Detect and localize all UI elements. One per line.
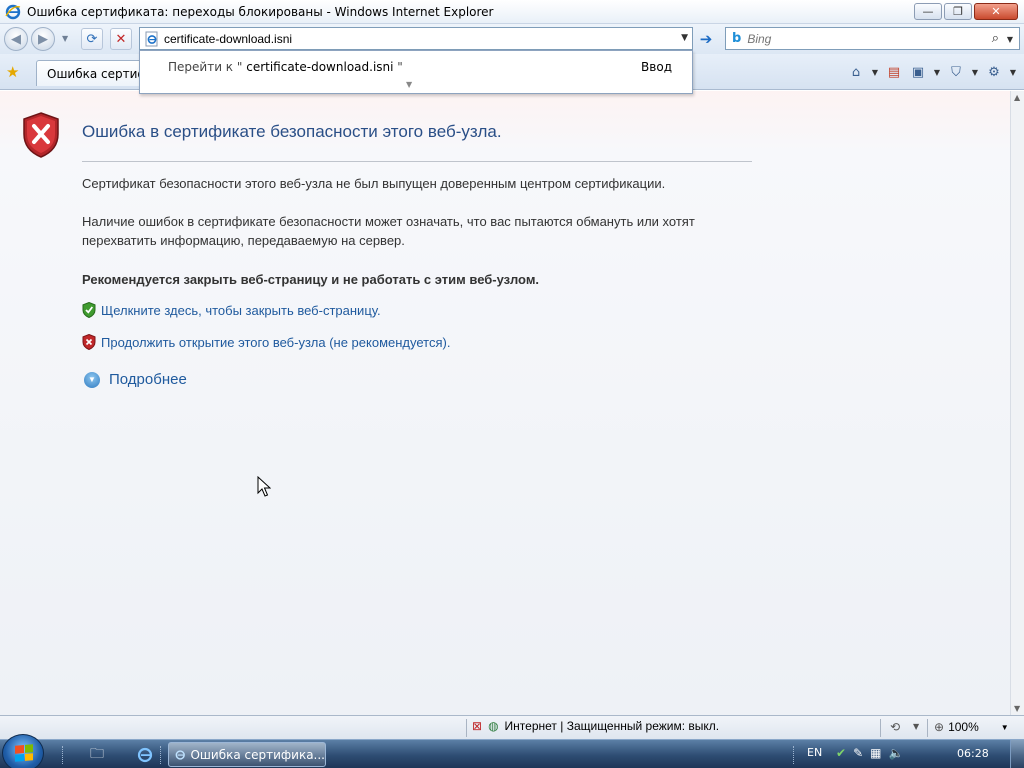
status-bar: ⊠ ◍ Интернет | Защищенный режим: выкл. ⟲… [0, 715, 1024, 739]
status-separator [466, 719, 467, 737]
clock[interactable]: 06:28 [957, 747, 989, 760]
zone-text: Интернет | Защищенный режим: выкл. [504, 719, 720, 733]
system-tray: ✔ ✎ ▦ 🔈 [836, 746, 903, 760]
status-separator-3 [927, 719, 928, 737]
page-dropdown-icon[interactable]: ▼ [932, 68, 942, 77]
tab-label: Ошибка сертификата: переходы блокированы [47, 66, 146, 81]
tools-dropdown-icon[interactable]: ▼ [1008, 68, 1018, 77]
continue-link[interactable]: Продолжить открытие этого веб-узла (не р… [82, 334, 450, 350]
tab-active[interactable]: Ошибка сертификата: переходы блокированы [36, 60, 146, 86]
volume-muted-icon[interactable]: 🔈 [888, 746, 903, 760]
address-dropdown-icon[interactable]: ▼ [681, 33, 688, 43]
explorer-folder-icon[interactable]: 🗀 [84, 744, 110, 766]
taskbar: 🗀 Ошибка сертифика... EN ✔ ✎ ▦ 🔈 06:28 [0, 734, 1024, 768]
pen-icon[interactable]: ✎ [853, 746, 863, 760]
feeds-icon[interactable]: ▤ [884, 62, 904, 82]
scroll-up-icon[interactable]: ▲ [1014, 93, 1020, 102]
window-controls: — ❐ ✕ [914, 3, 1018, 20]
stop-button[interactable]: ✕ [110, 28, 132, 50]
search-box[interactable]: b ⌕ ▼ [725, 27, 1020, 50]
task-label: Ошибка сертифика... [190, 747, 325, 762]
taskbar-ie-window[interactable]: Ошибка сертифика... [168, 742, 326, 767]
recommendation-text: Рекомендуется закрыть веб-страницу и не … [82, 272, 540, 287]
page-content: Ошибка в сертификате безопасности этого … [0, 91, 1010, 715]
network-icon[interactable]: ▦ [870, 746, 881, 760]
command-icons: ⌂ ▼ ▤ ▣ ▼ ⛉ ▼ ⚙ ▼ [846, 62, 1018, 82]
goto-suggestion[interactable]: Перейти к " certificate-download.isni " [168, 60, 403, 74]
task-ie-icon [175, 749, 185, 760]
continue-link-text[interactable]: Продолжить открытие этого веб-узла (не р… [101, 335, 450, 350]
zoom-level: 100% [948, 720, 979, 734]
close-window-button[interactable]: ✕ [974, 3, 1018, 20]
safety-dropdown-icon[interactable]: ▼ [970, 68, 980, 77]
status-dropdown-icon[interactable]: ▼ [913, 722, 919, 731]
ie-quicklaunch-icon[interactable] [132, 744, 158, 766]
more-info-toggle[interactable]: ▼ Подробнее [84, 371, 187, 388]
start-button[interactable] [2, 734, 44, 768]
tray-gripper [793, 746, 797, 764]
goto-suffix: " [397, 60, 403, 74]
enter-hint: Ввод [641, 60, 672, 74]
taskbar-gripper [62, 746, 66, 764]
close-page-link[interactable]: Щелкните здесь, чтобы закрыть веб-страни… [82, 302, 381, 318]
tools-gear-icon[interactable]: ⚙ [984, 62, 1004, 82]
goto-url: certificate-download.isni [246, 60, 394, 74]
vertical-scrollbar[interactable]: ▲ ▼ [1010, 91, 1024, 715]
expand-circle-icon: ▼ [84, 371, 100, 388]
page-icon[interactable]: ▣ [908, 62, 928, 82]
red-shield-icon [82, 334, 96, 350]
paragraph-warning: Наличие ошибок в сертификате безопасност… [82, 214, 695, 248]
address-input[interactable] [164, 31, 674, 46]
autocomplete-expand-icon[interactable]: ▼ [406, 80, 412, 89]
zoom-control[interactable]: ⊕ 100% ▼ [934, 720, 1009, 734]
mouse-cursor-icon [257, 476, 271, 497]
refresh-status-icon[interactable]: ⟲ [890, 720, 900, 734]
status-separator-2 [880, 719, 881, 737]
taskbar-gripper-2 [160, 746, 164, 764]
title-bar: Ошибка сертификата: переходы блокированы… [0, 0, 1024, 24]
action-center-icon[interactable]: ✔ [836, 746, 846, 760]
minimize-button[interactable]: — [914, 3, 942, 20]
go-button[interactable]: ➔ [695, 29, 717, 49]
close-page-link-text[interactable]: Щелкните здесь, чтобы закрыть веб-страни… [101, 303, 381, 318]
error-shield-icon [23, 112, 59, 158]
security-zone[interactable]: ⊠ ◍ Интернет | Защищенный режим: выкл. [472, 719, 719, 733]
page-error-icon: ⊠ [472, 719, 483, 733]
refresh-button[interactable]: ⟳ [81, 28, 103, 50]
title-divider [82, 161, 752, 162]
history-dropdown[interactable]: ▼ [62, 34, 68, 43]
search-input[interactable] [747, 31, 978, 46]
address-bar[interactable]: ▼ [139, 27, 693, 50]
home-dropdown-icon[interactable]: ▼ [870, 68, 880, 77]
back-button[interactable]: ◀ [4, 27, 28, 51]
home-icon[interactable]: ⌂ [846, 62, 866, 82]
globe-icon: ◍ [488, 719, 499, 733]
maximize-button[interactable]: ❐ [944, 3, 972, 20]
page-ie-icon [145, 31, 158, 46]
goto-prefix: Перейти к " [168, 60, 243, 74]
language-indicator[interactable]: EN [807, 746, 822, 759]
search-options-icon[interactable]: ▼ [1007, 35, 1013, 44]
zoom-dropdown-icon[interactable]: ▼ [1001, 723, 1009, 732]
forward-button[interactable]: ▶ [31, 27, 55, 51]
zoom-icon: ⊕ [934, 720, 945, 734]
safety-icon[interactable]: ⛉ [946, 62, 966, 82]
bing-icon: b [732, 31, 742, 46]
search-icon[interactable]: ⌕ [992, 31, 999, 46]
window-title: Ошибка сертификата: переходы блокированы… [27, 4, 494, 19]
green-shield-icon [82, 302, 96, 318]
address-autocomplete: Перейти к " certificate-download.isni " … [139, 50, 693, 94]
page-title: Ошибка в сертификате безопасности этого … [82, 122, 502, 141]
paragraph-untrusted: Сертификат безопасности этого веб-узла н… [82, 176, 666, 191]
favorites-star-icon[interactable]: ★ [6, 63, 19, 81]
windows-flag-icon [15, 744, 33, 762]
more-info-label[interactable]: Подробнее [109, 371, 187, 388]
show-desktop-button[interactable] [1010, 740, 1024, 768]
ie-logo-icon [5, 4, 21, 19]
scroll-down-icon[interactable]: ▼ [1014, 704, 1020, 713]
